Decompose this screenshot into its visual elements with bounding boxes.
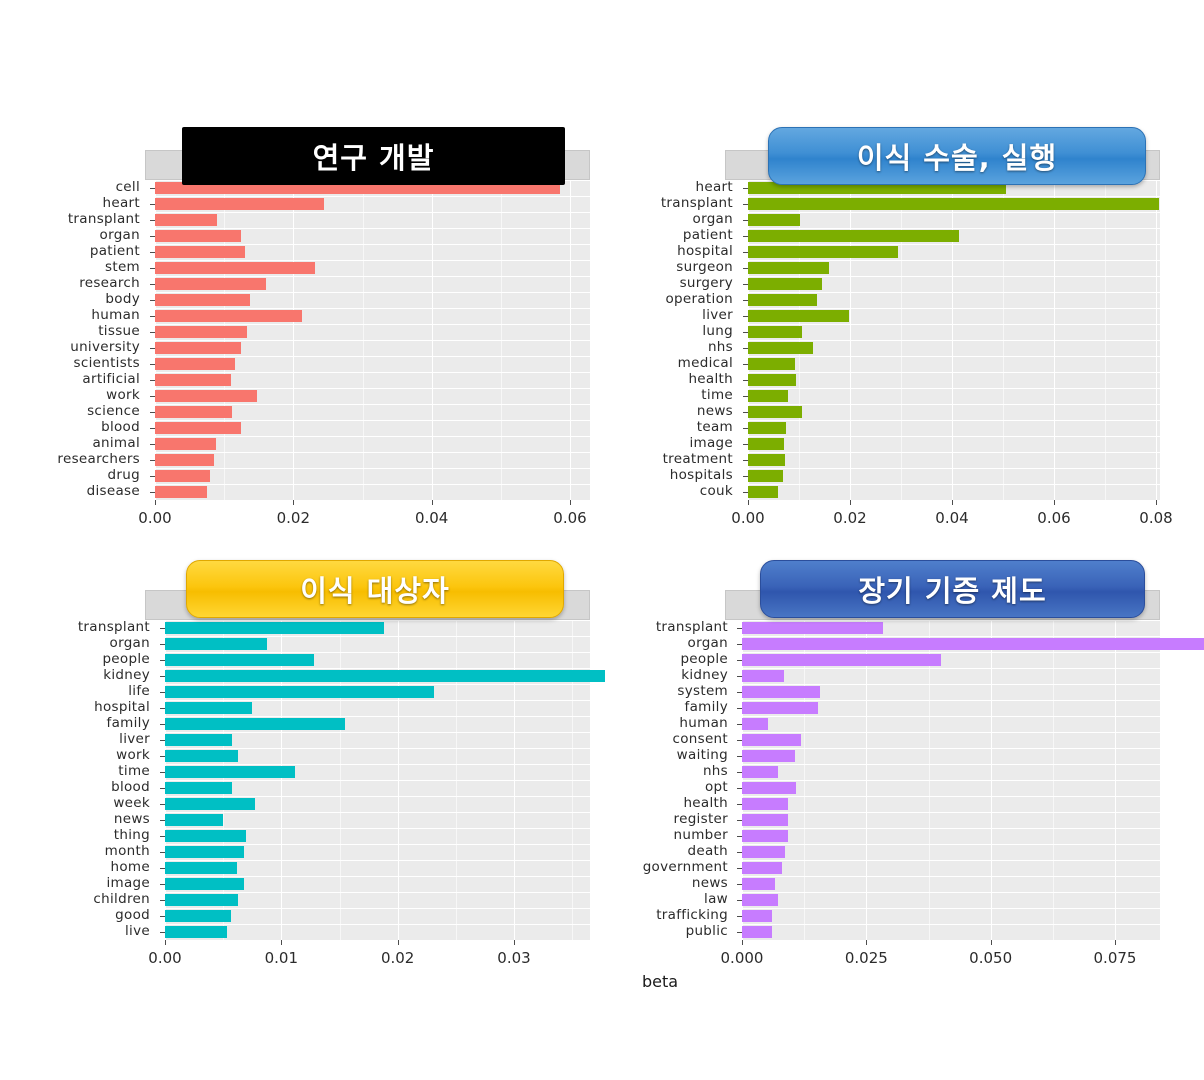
y-axis-tick bbox=[737, 868, 742, 869]
row-separator bbox=[742, 828, 1160, 829]
y-axis-label: waiting bbox=[676, 747, 728, 763]
bar-kidney bbox=[742, 670, 784, 682]
row-separator bbox=[742, 876, 1160, 877]
chart-panel-4: transplant organ people kidney system family h… bbox=[0, 0, 1204, 1080]
row-separator bbox=[742, 908, 1160, 909]
y-axis-tick bbox=[737, 740, 742, 741]
y-axis-tick bbox=[737, 676, 742, 677]
bar-opt bbox=[742, 782, 796, 794]
bar-nhs bbox=[742, 766, 778, 778]
x-axis-tick bbox=[1115, 940, 1116, 945]
row-separator bbox=[742, 668, 1160, 669]
y-axis-label: opt bbox=[704, 779, 728, 795]
y-axis-tick bbox=[737, 884, 742, 885]
y-axis-label: death bbox=[687, 843, 728, 859]
y-axis-tick bbox=[737, 644, 742, 645]
bar-register bbox=[742, 814, 788, 826]
bar-trafficking bbox=[742, 910, 772, 922]
y-axis-tick bbox=[737, 692, 742, 693]
y-axis-label: family bbox=[684, 699, 728, 715]
bar-system bbox=[742, 686, 820, 698]
bar-human bbox=[742, 718, 768, 730]
y-axis-label: trafficking bbox=[656, 907, 728, 923]
y-axis-label: consent bbox=[672, 731, 728, 747]
y-axis-tick bbox=[737, 852, 742, 853]
x-axis-tick-label: 0.050 bbox=[969, 949, 1013, 967]
y-axis-label: transplant bbox=[655, 619, 728, 635]
y-axis-label: organ bbox=[687, 635, 728, 651]
y-axis-label: system bbox=[677, 683, 728, 699]
bar-news bbox=[742, 878, 775, 890]
y-axis-label: health bbox=[683, 795, 728, 811]
y-axis-label: nhs bbox=[702, 763, 728, 779]
y-axis-tick bbox=[737, 836, 742, 837]
y-axis-label: kidney bbox=[681, 667, 728, 683]
bar-death bbox=[742, 846, 785, 858]
bar-government bbox=[742, 862, 782, 874]
y-axis-label: news bbox=[691, 875, 728, 891]
row-separator bbox=[742, 924, 1160, 925]
row-separator bbox=[742, 892, 1160, 893]
y-axis-label: public bbox=[685, 923, 728, 939]
row-separator bbox=[742, 716, 1160, 717]
bar-public bbox=[742, 926, 772, 938]
bar-number bbox=[742, 830, 788, 842]
row-separator bbox=[742, 620, 1160, 621]
y-axis-tick bbox=[737, 788, 742, 789]
y-axis-tick bbox=[737, 772, 742, 773]
y-axis-tick bbox=[737, 932, 742, 933]
y-axis-tick bbox=[737, 820, 742, 821]
x-axis-title: beta bbox=[641, 972, 679, 991]
bar-health bbox=[742, 798, 788, 810]
bar-consent bbox=[742, 734, 801, 746]
panel-overlay-title-4: 장기 기증 제도 bbox=[760, 560, 1145, 618]
row-separator bbox=[742, 700, 1160, 701]
row-separator bbox=[742, 764, 1160, 765]
row-separator bbox=[742, 732, 1160, 733]
bar-waiting bbox=[742, 750, 795, 762]
plot-area-4 bbox=[742, 620, 1204, 940]
x-axis-tick bbox=[742, 940, 743, 945]
y-axis-tick bbox=[737, 916, 742, 917]
y-axis-tick bbox=[737, 804, 742, 805]
row-separator bbox=[742, 796, 1160, 797]
x-axis-tick bbox=[991, 940, 992, 945]
row-separator bbox=[742, 860, 1160, 861]
y-axis-tick bbox=[737, 660, 742, 661]
x-axis-tick-label: 0.025 bbox=[844, 949, 888, 967]
bar-organ bbox=[742, 638, 1204, 650]
x-axis-tick-label: 0.075 bbox=[1093, 949, 1137, 967]
row-separator bbox=[742, 748, 1160, 749]
row-separator bbox=[742, 812, 1160, 813]
x-axis-tick bbox=[866, 940, 867, 945]
y-axis-label: law bbox=[704, 891, 728, 907]
y-axis-tick bbox=[737, 756, 742, 757]
row-separator bbox=[742, 844, 1160, 845]
y-axis-label: number bbox=[673, 827, 728, 843]
y-axis-label: people bbox=[680, 651, 728, 667]
multi-panel-bar-chart-figure: cell heart transplant organ patient stem resea… bbox=[0, 0, 1204, 1080]
y-axis-tick bbox=[737, 900, 742, 901]
row-separator bbox=[742, 652, 1160, 653]
y-axis-label: register bbox=[673, 811, 728, 827]
row-separator bbox=[742, 636, 1160, 637]
row-separator bbox=[742, 684, 1160, 685]
bar-people bbox=[742, 654, 941, 666]
row-separator bbox=[742, 780, 1160, 781]
y-axis-tick bbox=[737, 628, 742, 629]
bar-law bbox=[742, 894, 778, 906]
panel-overlay-title-text: 장기 기증 제도 bbox=[858, 574, 1047, 608]
y-axis-tick bbox=[737, 708, 742, 709]
x-axis-tick-label: 0.000 bbox=[720, 949, 764, 967]
y-axis-tick bbox=[737, 724, 742, 725]
y-axis-label: human bbox=[679, 715, 728, 731]
bar-transplant bbox=[742, 622, 883, 634]
bar-family bbox=[742, 702, 818, 714]
y-axis-label: government bbox=[642, 859, 728, 875]
